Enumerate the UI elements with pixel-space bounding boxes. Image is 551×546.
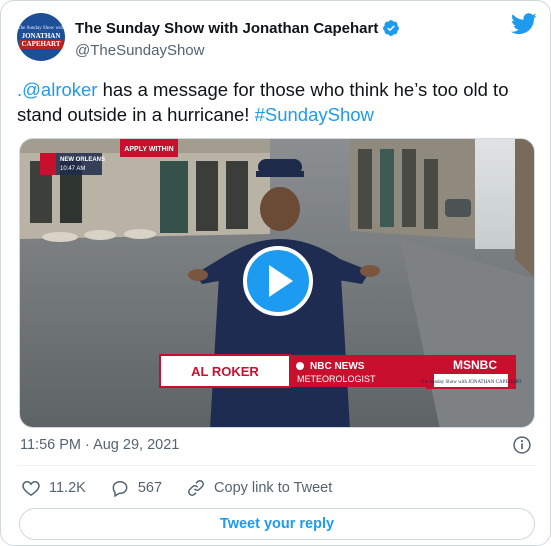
copy-link-label: Copy link to Tweet: [214, 480, 333, 496]
avatar[interactable]: The Sunday Show with JONATHAN CAPEHART: [17, 13, 65, 61]
lower-third-title: METEOROLOGIST: [297, 374, 376, 384]
lower-third-org: NBC NEWS: [310, 361, 365, 372]
tweet-text: .@alroker has a message for those who th…: [17, 77, 537, 127]
location-bug: NEW ORLEANS: [60, 157, 105, 163]
tweet-your-reply-button[interactable]: Tweet your reply: [19, 508, 535, 540]
reply-count: 567: [137, 480, 163, 496]
sign-text: APPLY WITHIN: [124, 146, 173, 153]
tweet-timestamp[interactable]: 11:56 PM · Aug 29, 2021: [20, 437, 179, 453]
show-tag: The Sunday Show with JONATHAN CAPEHART: [420, 380, 522, 385]
avatar-line-3: CAPEHART: [19, 39, 63, 49]
link-icon: [188, 480, 204, 496]
mention-link[interactable]: .@alroker: [17, 79, 97, 100]
name-row: The Sunday Show with Jonathan Capehart: [75, 19, 400, 37]
verified-badge-icon: [383, 20, 400, 36]
twitter-bird-icon[interactable]: [511, 13, 537, 35]
lower-third-name: AL ROKER: [191, 364, 259, 379]
reply-button[interactable]: 567: [110, 478, 162, 498]
time-bug: 10:47 AM: [60, 166, 85, 172]
account-handle[interactable]: @TheSundayShow: [75, 42, 204, 59]
copy-link-button[interactable]: Copy link to Tweet: [186, 478, 332, 498]
info-icon[interactable]: [512, 435, 532, 455]
tweet-card: The Sunday Show with JONATHAN CAPEHART T…: [0, 0, 551, 546]
like-button[interactable]: 11.2K: [21, 478, 86, 498]
reply-bubble-icon: [112, 480, 128, 498]
divider: [17, 465, 537, 466]
hashtag-link[interactable]: #SundayShow: [255, 104, 374, 125]
video-player[interactable]: APPLY WITHIN NEW ORLEANS 10:47 AM AL ROK…: [19, 138, 535, 428]
nbc-peacock-icon: [296, 362, 304, 370]
avatar-line-2: JONATHAN: [21, 31, 61, 40]
tweet-header: The Sunday Show with JONATHAN CAPEHART T…: [17, 13, 537, 65]
action-bar: 11.2K 567 Copy link to Tweet: [21, 477, 350, 499]
heart-icon: [22, 480, 40, 496]
video-frame: APPLY WITHIN NEW ORLEANS 10:47 AM AL ROK…: [20, 139, 534, 427]
like-count: 11.2K: [49, 480, 86, 496]
network-logo: MSNBC: [453, 358, 497, 372]
display-name[interactable]: The Sunday Show with Jonathan Capehart: [75, 20, 378, 37]
